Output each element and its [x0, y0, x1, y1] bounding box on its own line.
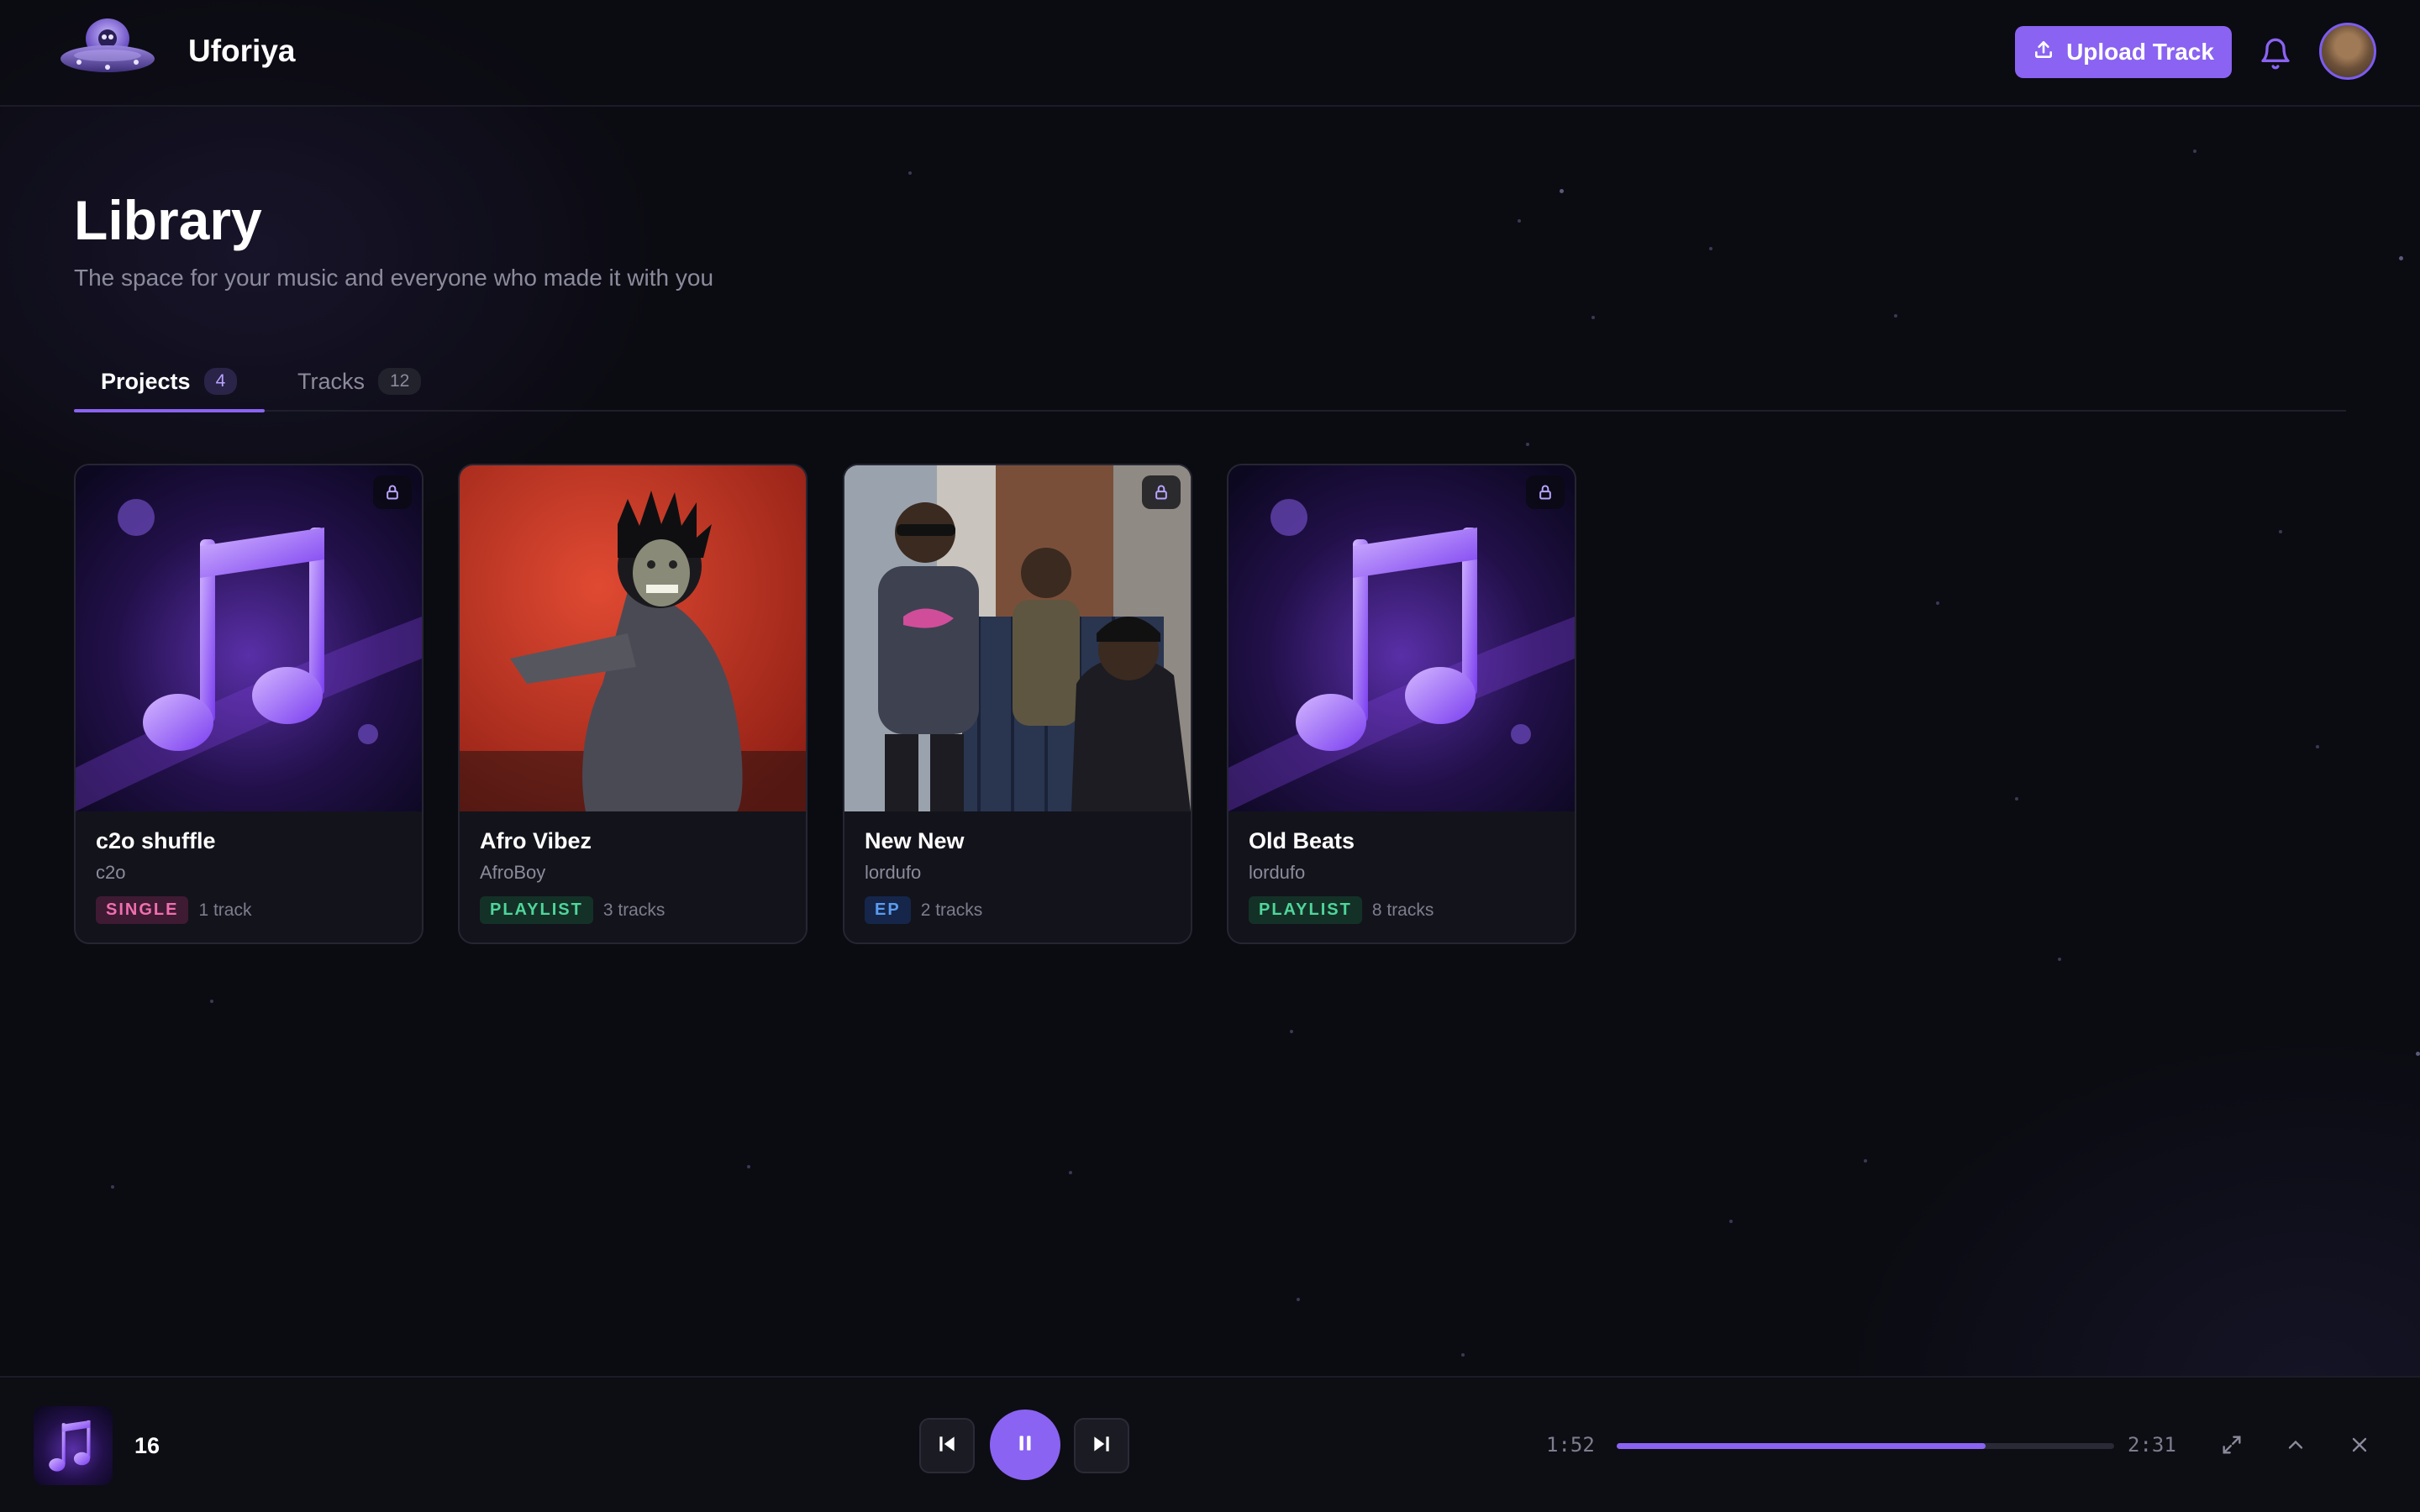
star [2416, 1052, 2420, 1056]
lock-icon [1142, 475, 1181, 509]
project-type-badge: PLAYLIST [480, 896, 593, 924]
star [2015, 797, 2018, 801]
star [210, 1000, 213, 1003]
project-track-count: 2 tracks [920, 900, 983, 920]
tab-projects-count: 4 [203, 368, 238, 395]
star [747, 1165, 750, 1168]
audio-player-bar: 16 1:52 2:31 [0, 1376, 2420, 1512]
project-card[interactable]: Afro Vibez AfroBoy PLAYLIST 3 tracks [458, 464, 808, 944]
elapsed-time: 1:52 [1546, 1433, 1595, 1457]
star [1709, 247, 1712, 250]
upload-track-button[interactable]: Upload Track [2015, 26, 2232, 78]
project-cover-image [76, 465, 422, 811]
star [2058, 958, 2061, 961]
project-card[interactable]: c2o shuffle c2o SINGLE 1 track [74, 464, 424, 944]
project-card[interactable]: Old Beats lordufo PLAYLIST 8 tracks [1227, 464, 1576, 944]
library-tabs: Projects 4 Tracks 12 [74, 353, 2346, 412]
progress-fill [1617, 1443, 1986, 1449]
chevron-up-icon[interactable] [2281, 1430, 2311, 1460]
star [1591, 316, 1595, 319]
project-track-count: 3 tracks [602, 900, 666, 920]
project-track-count: 8 tracks [1371, 900, 1434, 920]
project-cover-image [460, 465, 806, 811]
star [1936, 601, 1939, 605]
now-playing-title: 16 [134, 1433, 160, 1458]
pause-button[interactable] [990, 1410, 1060, 1480]
star [2399, 256, 2403, 260]
now-playing-artwork[interactable] [34, 1406, 113, 1485]
lock-icon [373, 475, 412, 509]
page-subtitle: The space for your music and everyone wh… [74, 265, 714, 291]
bell-icon[interactable] [2259, 37, 2292, 71]
tab-tracks[interactable]: Tracks 12 [297, 353, 422, 410]
tab-projects[interactable]: Projects 4 [101, 353, 238, 410]
project-artist: c2o [96, 862, 126, 883]
app-title[interactable]: Uforiya [188, 34, 295, 69]
next-track-button[interactable] [1074, 1418, 1129, 1473]
project-track-count: 1 track [198, 900, 252, 920]
project-cover-image [1228, 465, 1575, 811]
star [1729, 1220, 1733, 1223]
star [908, 171, 912, 175]
tab-tracks-count: 12 [378, 368, 422, 395]
star [1864, 1159, 1867, 1163]
project-artist: lordufo [865, 862, 922, 883]
expand-icon[interactable] [2217, 1430, 2247, 1460]
active-tab-indicator [74, 409, 265, 412]
tab-tracks-label: Tracks [297, 368, 365, 394]
star [111, 1185, 114, 1189]
star [1518, 219, 1521, 223]
skip-forward-icon [1091, 1433, 1113, 1459]
top-bar: Uforiya Upload Track [0, 0, 2420, 107]
total-duration: 2:31 [2128, 1433, 2176, 1457]
project-card[interactable]: New New lordufo EP 2 tracks [843, 464, 1192, 944]
star [2193, 150, 2196, 153]
star [1461, 1353, 1465, 1357]
project-title: Afro Vibez [480, 828, 592, 853]
user-avatar[interactable] [2319, 23, 2376, 80]
project-cover-image [844, 465, 1191, 811]
star [1560, 189, 1564, 193]
project-artist: lordufo [1249, 862, 1306, 883]
upload-icon [2033, 39, 2054, 66]
page-title: Library [74, 189, 262, 251]
upload-track-label: Upload Track [2066, 39, 2214, 65]
close-icon[interactable] [2344, 1430, 2375, 1460]
project-type-badge: PLAYLIST [1249, 896, 1362, 924]
star [1526, 443, 1529, 446]
project-artist: AfroBoy [480, 862, 546, 883]
star [1290, 1030, 1293, 1033]
star [1069, 1171, 1072, 1174]
star [2279, 530, 2282, 533]
tab-projects-label: Projects [101, 368, 191, 394]
project-type-badge: EP [865, 896, 911, 924]
star [1894, 314, 1897, 318]
progress-bar[interactable] [1617, 1443, 2114, 1449]
project-title: c2o shuffle [96, 828, 216, 853]
project-title: Old Beats [1249, 828, 1355, 853]
project-title: New New [865, 828, 965, 853]
lock-icon [1526, 475, 1565, 509]
pause-icon [1014, 1432, 1036, 1458]
skip-back-icon [936, 1433, 958, 1459]
star [2316, 745, 2319, 748]
previous-track-button[interactable] [919, 1418, 975, 1473]
star [1297, 1298, 1300, 1301]
project-type-badge: SINGLE [96, 896, 189, 924]
ufo-logo-icon[interactable] [59, 15, 156, 82]
